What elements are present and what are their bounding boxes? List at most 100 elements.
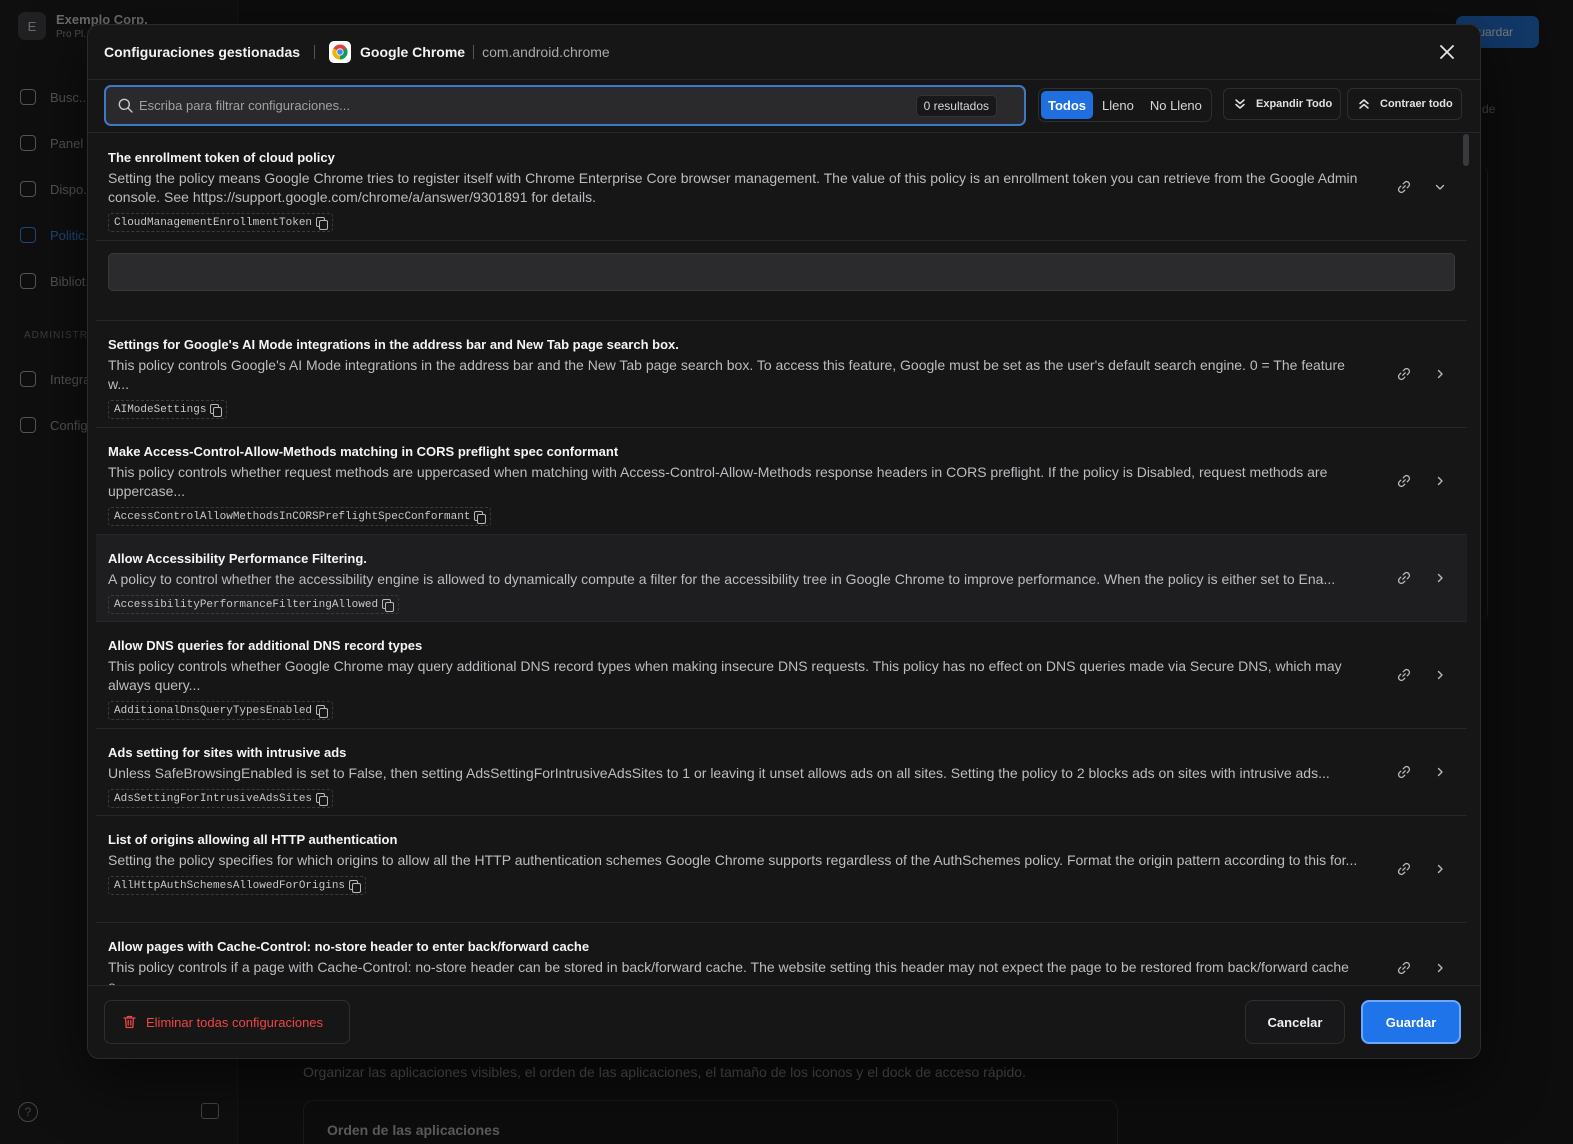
setting-key: CloudManagementEnrollmentToken <box>114 216 313 229</box>
modal-toolbar: 0 resultados Todos Lleno No Lleno Expand… <box>88 80 1480 133</box>
chevron-right-icon[interactable] <box>1433 668 1447 682</box>
scrollbar[interactable] <box>1463 134 1469 986</box>
collapse-all-label: Contraer todo <box>1380 98 1453 110</box>
setting-description: This policy controls Google's AI Mode in… <box>108 357 1345 392</box>
settings-list: The enrollment token of cloud policy Sett… <box>96 134 1469 986</box>
setting-description: This policy controls whether Google Chro… <box>108 658 1342 693</box>
copy-icon[interactable] <box>382 599 395 612</box>
chevron-right-icon[interactable] <box>1433 571 1447 585</box>
setting-description: Setting the policy specifies for which o… <box>108 852 1358 868</box>
link-icon[interactable] <box>1397 367 1411 381</box>
copy-icon[interactable] <box>210 404 223 417</box>
modal-header: Configuraciones gestionadas Google Chrom… <box>88 25 1480 80</box>
chevron-right-icon[interactable] <box>1433 961 1447 975</box>
setting-title: Make Access-Control-Allow-Methods matchi… <box>108 444 619 459</box>
setting-actions <box>1397 622 1447 728</box>
chevron-right-icon[interactable] <box>1433 367 1447 381</box>
help-icon: ? <box>18 1102 38 1122</box>
background-description: Organizar las aplicaciones visibles, el … <box>303 1064 1026 1080</box>
home-icon <box>20 135 36 151</box>
trash-icon <box>123 1015 136 1029</box>
copy-icon[interactable] <box>316 705 329 718</box>
copy-icon[interactable] <box>349 880 362 893</box>
copy-icon[interactable] <box>474 511 487 524</box>
link-icon[interactable] <box>1397 474 1411 488</box>
setting-item[interactable]: List of origins allowing all HTTP authen… <box>96 816 1467 923</box>
copy-icon[interactable] <box>316 217 329 230</box>
link-icon[interactable] <box>1397 961 1411 975</box>
setting-key-badge: AllHttpAuthSchemesAllowedForOrigins <box>108 876 367 895</box>
link-icon[interactable] <box>1397 765 1411 779</box>
setting-item[interactable]: Allow DNS queries for additional DNS rec… <box>96 622 1467 729</box>
nav-label: Busc... <box>50 89 90 105</box>
delete-all-label: Eliminar todas configuraciones <box>146 1014 324 1030</box>
setting-key-badge: AdditionalDnsQueryTypesEnabled <box>108 701 334 720</box>
close-button[interactable] <box>1436 41 1458 63</box>
setting-description: Setting the policy means Google Chrome t… <box>108 170 1358 205</box>
background-card-title: Orden de las aplicaciones <box>327 1122 500 1138</box>
setting-item[interactable]: Ads setting for sites with intrusive ads… <box>96 729 1467 816</box>
setting-item[interactable]: Allow Accessibility Performance Filterin… <box>96 535 1467 622</box>
setting-key: AllHttpAuthSchemesAllowedForOrigins <box>114 879 346 892</box>
setting-key-badge: CloudManagementEnrollmentToken <box>108 213 334 232</box>
filter-unfilled-tab[interactable]: No Lleno <box>1143 91 1209 119</box>
chevron-right-icon[interactable] <box>1433 862 1447 876</box>
setting-title: The enrollment token of cloud policy <box>108 150 335 165</box>
package-name: com.android.chrome <box>482 44 610 60</box>
expand-all-label: Expandir Todo <box>1256 98 1333 110</box>
expand-all-button[interactable]: Expandir Todo <box>1223 88 1342 120</box>
setting-value-input[interactable] <box>108 253 1455 291</box>
setting-item[interactable]: Settings for Google's AI Mode integratio… <box>96 321 1467 428</box>
app-name: Google Chrome <box>360 44 466 60</box>
scrollbar-thumb[interactable] <box>1463 134 1469 166</box>
chevron-down-icon[interactable] <box>1433 180 1447 194</box>
link-icon[interactable] <box>1397 571 1411 585</box>
copy-icon[interactable] <box>316 793 329 806</box>
background-side-text: de <box>1482 102 1496 116</box>
cancel-button[interactable]: Cancelar <box>1245 1000 1345 1044</box>
setting-key-badge: AdsSettingForIntrusiveAdsSites <box>108 789 334 808</box>
close-icon <box>1440 45 1454 59</box>
search-box: 0 resultados <box>104 85 1026 126</box>
setting-description: Unless SafeBrowsingEnabled is set to Fal… <box>108 765 1330 781</box>
setting-key: AccessibilityPerformanceFilteringAllowed <box>114 598 379 611</box>
setting-description: This policy controls if a page with Cach… <box>108 959 1349 986</box>
setting-actions <box>1397 816 1447 922</box>
org-avatar: E <box>18 12 46 40</box>
search-icon <box>118 98 133 113</box>
filter-segmented-control: Todos Lleno No Lleno <box>1038 88 1212 122</box>
results-count-badge: 0 resultados <box>915 94 997 117</box>
settings-items: The enrollment token of cloud policy Sett… <box>96 134 1469 986</box>
chevrons-down-icon <box>1235 99 1245 109</box>
modal-title: Configuraciones gestionadas <box>104 44 301 60</box>
filter-filled-tab[interactable]: Lleno <box>1095 91 1141 119</box>
setting-title: List of origins allowing all HTTP authen… <box>108 832 398 847</box>
chevron-right-icon[interactable] <box>1433 474 1447 488</box>
setting-actions <box>1397 428 1447 534</box>
setting-key-badge: AccessControlAllowMethodsInCORSPreflight… <box>108 507 492 526</box>
filter-all-tab[interactable]: Todos <box>1041 91 1094 119</box>
delete-all-button[interactable]: Eliminar todas configuraciones <box>104 1000 350 1044</box>
setting-key: AdditionalDnsQueryTypesEnabled <box>114 704 313 717</box>
header-divider <box>473 45 475 59</box>
collapse-all-button[interactable]: Contraer todo <box>1347 88 1462 120</box>
setting-actions <box>1397 923 1447 986</box>
setting-key-badge: AccessibilityPerformanceFilteringAllowed <box>108 595 400 614</box>
puzzle-icon <box>20 371 36 387</box>
setting-value-area <box>96 241 1467 321</box>
chevron-right-icon[interactable] <box>1433 765 1447 779</box>
setting-actions <box>1397 729 1447 815</box>
setting-item[interactable]: Allow pages with Cache-Control: no-store… <box>96 923 1467 986</box>
gear-icon <box>20 417 36 433</box>
link-icon[interactable] <box>1397 668 1411 682</box>
managed-config-modal: Configuraciones gestionadas Google Chrom… <box>87 24 1481 1059</box>
link-icon[interactable] <box>1397 180 1411 194</box>
setting-title: Allow DNS queries for additional DNS rec… <box>108 638 423 653</box>
search-input[interactable] <box>133 98 916 113</box>
save-button[interactable]: Guardar <box>1361 1000 1461 1044</box>
setting-item[interactable]: Make Access-Control-Allow-Methods matchi… <box>96 428 1467 535</box>
link-icon[interactable] <box>1397 862 1411 876</box>
setting-actions <box>1397 134 1447 240</box>
setting-item[interactable]: The enrollment token of cloud policy Sett… <box>96 134 1467 241</box>
search-icon <box>20 89 36 105</box>
